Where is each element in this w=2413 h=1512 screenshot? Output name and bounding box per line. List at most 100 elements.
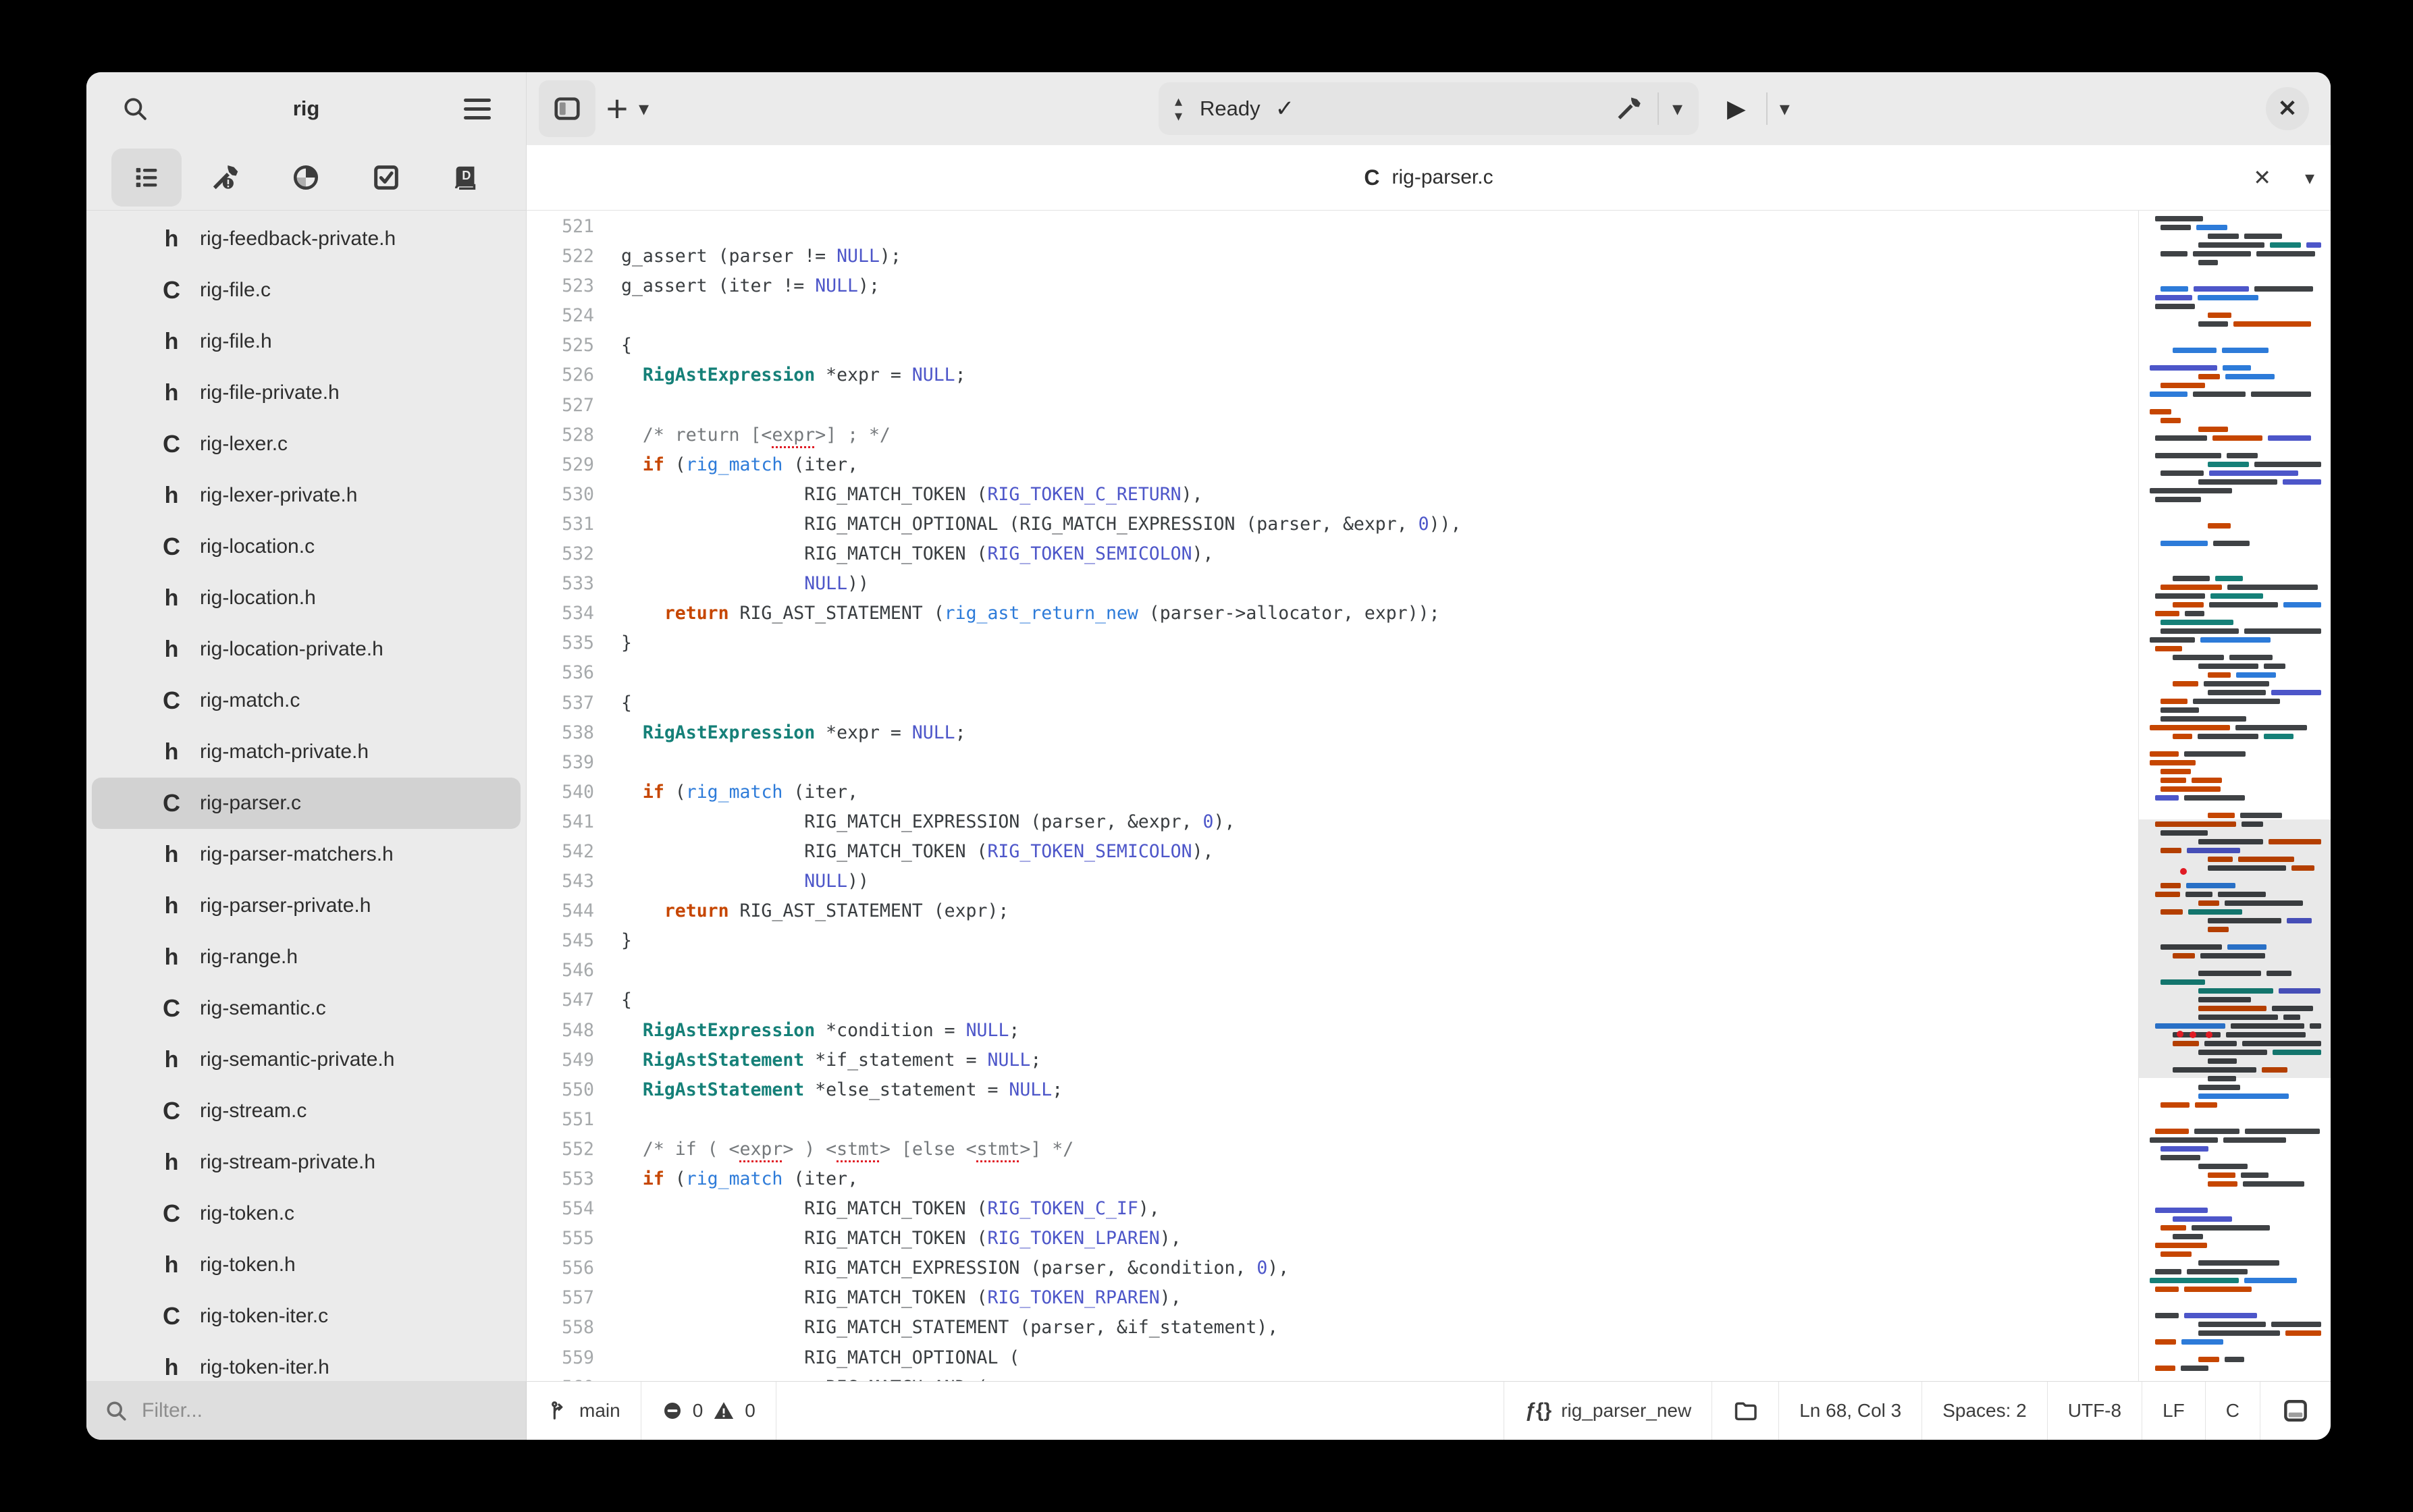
code-line-537[interactable]: 537 { <box>527 688 2138 718</box>
new-tab-caret-icon[interactable]: ▾ <box>639 97 649 121</box>
code-line-532[interactable]: 532 RIG_MATCH_TOKEN (RIG_TOKEN_SEMICOLON… <box>527 539 2138 569</box>
run-button[interactable]: ▶ <box>1719 94 1754 123</box>
code-line-528[interactable]: 528 /* return [<expr>] ; */ <box>527 421 2138 450</box>
code-line-550[interactable]: 550 RigAstStatement *else_statement = NU… <box>527 1075 2138 1105</box>
file-row-rig-stream.c[interactable]: Crig-stream.c <box>92 1085 521 1137</box>
search-button[interactable] <box>107 80 163 137</box>
current-symbol[interactable]: ƒ{} rig_parser_new <box>1504 1382 1713 1440</box>
file-row-rig-semantic-private.h[interactable]: h rig-semantic-private.h <box>92 1034 521 1085</box>
code-line-555[interactable]: 555 RIG_MATCH_TOKEN (RIG_TOKEN_LPAREN), <box>527 1224 2138 1253</box>
code-line-527[interactable]: 527 <box>527 391 2138 421</box>
language-setting[interactable]: C <box>2206 1382 2260 1440</box>
code-line-540[interactable]: 540 if (rig_match (iter, <box>527 778 2138 807</box>
file-row-rig-parser-matchers.h[interactable]: h rig-parser-matchers.h <box>92 829 521 880</box>
file-row-rig-lexer.c[interactable]: Crig-lexer.c <box>92 418 521 470</box>
code-line-549[interactable]: 549 RigAstStatement *if_statement = NULL… <box>527 1046 2138 1075</box>
branch-indicator[interactable]: main <box>527 1382 641 1440</box>
code-line-543[interactable]: 543 NULL)) <box>527 867 2138 896</box>
file-row-rig-token.c[interactable]: Crig-token.c <box>92 1188 521 1239</box>
sidebar-tab-profiler[interactable] <box>271 148 341 207</box>
code-line-521[interactable]: 521 <box>527 212 2138 242</box>
diagnostics-indicator[interactable]: 0 0 <box>641 1382 776 1440</box>
file-row-rig-lexer-private.h[interactable]: h rig-lexer-private.h <box>92 470 521 521</box>
file-row-rig-token-iter.c[interactable]: Crig-token-iter.c <box>92 1291 521 1342</box>
code-line-524[interactable]: 524 <box>527 301 2138 331</box>
line-ending-setting[interactable]: LF <box>2142 1382 2206 1440</box>
close-window-button[interactable]: ✕ <box>2266 87 2309 130</box>
code-line-529[interactable]: 529 if (rig_match (iter, <box>527 450 2138 480</box>
code-line-522[interactable]: 522 g_assert (parser != NULL); <box>527 242 2138 271</box>
file-row-rig-semantic.c[interactable]: Crig-semantic.c <box>92 983 521 1034</box>
code-line-553[interactable]: 553 if (rig_match (iter, <box>527 1164 2138 1194</box>
file-row-rig-file.c[interactable]: Crig-file.c <box>92 265 521 316</box>
indentation-setting[interactable]: Spaces: 2 <box>1922 1382 2048 1440</box>
code-line-548[interactable]: 548 RigAstExpression *condition = NULL; <box>527 1016 2138 1046</box>
sidebar-tab-documentation[interactable]: D <box>431 148 501 207</box>
code-line-547[interactable]: 547 { <box>527 986 2138 1015</box>
project-folder-button[interactable] <box>1712 1382 1780 1440</box>
file-row-rig-parser-private.h[interactable]: h rig-parser-private.h <box>92 880 521 932</box>
code-line-557[interactable]: 557 RIG_MATCH_TOKEN (RIG_TOKEN_RPAREN), <box>527 1283 2138 1313</box>
code-line-526[interactable]: 526 RigAstExpression *expr = NULL; <box>527 360 2138 390</box>
line-number: 537 <box>562 692 594 713</box>
file-row-rig-stream-private.h[interactable]: h rig-stream-private.h <box>92 1137 521 1188</box>
encoding-setting[interactable]: UTF-8 <box>2048 1382 2143 1440</box>
code-line-538[interactable]: 538 RigAstExpression *expr = NULL; <box>527 718 2138 748</box>
file-name: rig-parser-matchers.h <box>200 843 394 865</box>
file-row-rig-token-iter.h[interactable]: h rig-token-iter.h <box>92 1342 521 1381</box>
code-line-556[interactable]: 556 RIG_MATCH_EXPRESSION (parser, &condi… <box>527 1253 2138 1283</box>
file-row-rig-file-private.h[interactable]: h rig-file-private.h <box>92 367 521 418</box>
file-row-rig-match-private.h[interactable]: h rig-match-private.h <box>92 726 521 778</box>
file-row-rig-file.h[interactable]: h rig-file.h <box>92 316 521 367</box>
code-line-551[interactable]: 551 <box>527 1105 2138 1135</box>
sidebar-tab-build-issues[interactable] <box>191 148 261 207</box>
code-line-542[interactable]: 542 RIG_MATCH_TOKEN (RIG_TOKEN_SEMICOLON… <box>527 837 2138 867</box>
build-options-caret-icon[interactable]: ▾ <box>1672 97 1682 121</box>
source-view[interactable]: 521 522 g_assert (parser != NULL); 523 g_ass… <box>527 211 2138 1381</box>
code-line-535[interactable]: 535} <box>527 628 2138 658</box>
file-row-rig-feedback-private.h[interactable]: h rig-feedback-private.h <box>92 213 521 265</box>
code-line-531[interactable]: 531 RIG_MATCH_OPTIONAL (RIG_MATCH_EXPRES… <box>527 510 2138 539</box>
code-line-533[interactable]: 533 NULL)) <box>527 569 2138 599</box>
code-line-530[interactable]: 530 RIG_MATCH_TOKEN (RIG_TOKEN_C_RETURN)… <box>527 480 2138 510</box>
code-line-546[interactable]: 546 <box>527 956 2138 986</box>
file-row-rig-match.c[interactable]: Crig-match.c <box>92 675 521 726</box>
code-line-539[interactable]: 539 <box>527 748 2138 778</box>
file-row-rig-location-private.h[interactable]: h rig-location-private.h <box>92 624 521 675</box>
code-line-534[interactable]: 534 return RIG_AST_STATEMENT (rig_ast_re… <box>527 599 2138 628</box>
code-line-552[interactable]: 552 /* if ( <expr> ) <stmt> [else <stmt>… <box>527 1135 2138 1164</box>
toggle-bottom-panel-button[interactable] <box>2260 1382 2331 1440</box>
toggle-sidebar-button[interactable] <box>539 80 595 137</box>
code-line-525[interactable]: 525 { <box>527 331 2138 360</box>
code-line-544[interactable]: 544 return RIG_AST_STATEMENT (expr); <box>527 896 2138 926</box>
sidebar-tab-project-tree[interactable] <box>111 148 182 207</box>
tab-list-caret-icon[interactable]: ▾ <box>2305 167 2314 189</box>
file-row-rig-location.h[interactable]: h rig-location.h <box>92 572 521 624</box>
code-line-523[interactable]: 523 g_assert (iter != NULL); <box>527 271 2138 301</box>
minimap-viewport[interactable] <box>2139 819 2331 1078</box>
file-row-rig-range.h[interactable]: h rig-range.h <box>92 932 521 983</box>
file-row-rig-parser.c[interactable]: Crig-parser.c <box>92 778 521 829</box>
code-line-545[interactable]: 545} <box>527 926 2138 956</box>
new-tab-button[interactable]: + <box>595 80 639 137</box>
minimap[interactable] <box>2138 211 2331 1381</box>
close-tab-icon[interactable]: ✕ <box>2253 165 2271 190</box>
menu-button[interactable] <box>449 80 506 137</box>
run-options-caret-icon[interactable]: ▾ <box>1780 97 1790 121</box>
code-line-558[interactable]: 558 RIG_MATCH_STATEMENT (parser, &if_sta… <box>527 1313 2138 1343</box>
build-hammer-icon[interactable] <box>1616 94 1644 123</box>
omnibar-button[interactable]: ▴ ▾ Ready ✓ ▾ <box>1159 82 1699 135</box>
filter-input[interactable] <box>140 1399 508 1423</box>
code-line-560[interactable]: 560 RIG_MATCH_AND ( <box>527 1373 2138 1381</box>
file-row-rig-location.c[interactable]: Crig-location.c <box>92 521 521 572</box>
sidebar-tab-todo[interactable] <box>351 148 421 207</box>
book-icon: D <box>450 162 481 193</box>
cursor-position[interactable]: Ln 68, Col 3 <box>1779 1382 1923 1440</box>
file-row-rig-token.h[interactable]: h rig-token.h <box>92 1239 521 1291</box>
code-line-536[interactable]: 536 <box>527 658 2138 688</box>
code-line-541[interactable]: 541 RIG_MATCH_EXPRESSION (parser, &expr,… <box>527 807 2138 837</box>
code-line-559[interactable]: 559 RIG_MATCH_OPTIONAL ( <box>527 1343 2138 1373</box>
tab-rig-parser[interactable]: C rig-parser.c <box>1364 165 1493 190</box>
code-line-554[interactable]: 554 RIG_MATCH_TOKEN (RIG_TOKEN_C_IF), <box>527 1194 2138 1224</box>
content-area: h rig-feedback-private.h Crig-file.c h rig-f… <box>86 211 2331 1381</box>
